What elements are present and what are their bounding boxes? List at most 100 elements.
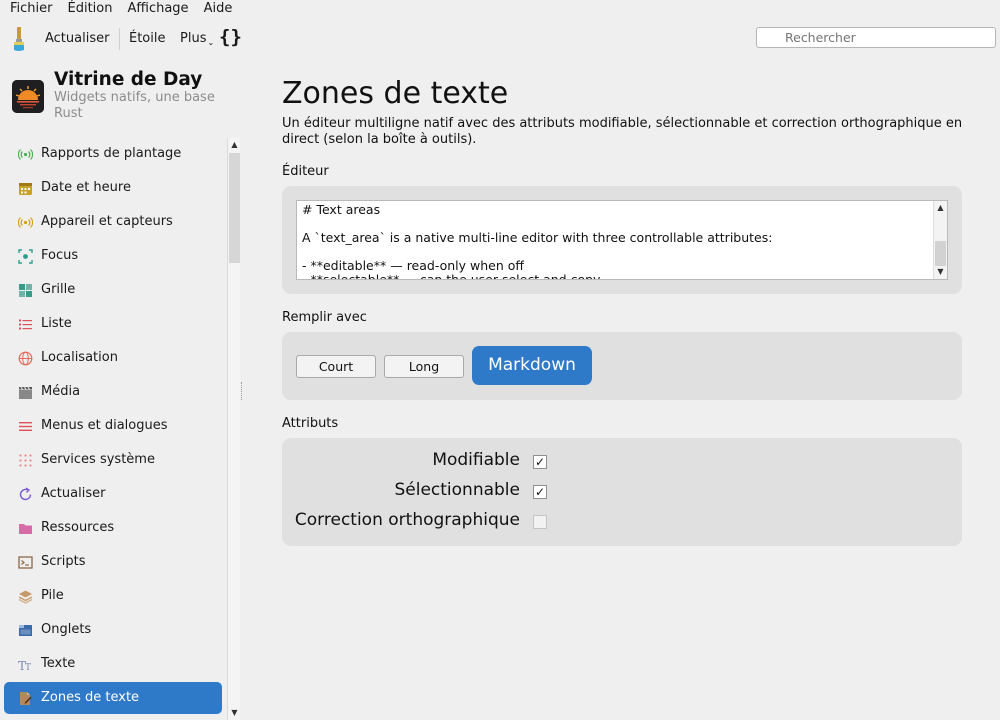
scrollbar-thumb[interactable] bbox=[935, 241, 946, 266]
text-icon: TT bbox=[18, 657, 33, 672]
text-area-content[interactable]: # Text areas A `text_area` is a native m… bbox=[302, 203, 932, 280]
sidebar-item-onglets[interactable]: Onglets bbox=[4, 614, 222, 646]
sidebar-item-liste[interactable]: Liste bbox=[4, 308, 222, 340]
toolbar-separator bbox=[119, 28, 120, 50]
menu-fichier[interactable]: Fichier bbox=[5, 0, 58, 17]
sidebar-item-actualiser[interactable]: Actualiser bbox=[4, 478, 222, 510]
menu-edition[interactable]: Édition bbox=[63, 0, 118, 17]
attribute-row-spellcheck: Correction orthographique bbox=[282, 507, 962, 537]
scroll-down-arrow-icon[interactable]: ▼ bbox=[230, 708, 239, 718]
app-title: Vitrine de Day bbox=[54, 69, 203, 90]
folder-icon bbox=[18, 521, 33, 536]
sidebar-item-label: Appareil et capteurs bbox=[41, 214, 173, 229]
sidebar-item-label: Liste bbox=[41, 316, 72, 331]
sidebar-item-label: Onglets bbox=[41, 622, 92, 637]
attributes-card: Modifiable ✓ Sélectionnable ✓ Correction… bbox=[282, 438, 962, 546]
spellcheck-checkbox[interactable] bbox=[533, 515, 547, 529]
sidebar-item-label: Média bbox=[41, 384, 81, 399]
sidebar-item-ressources[interactable]: Ressources bbox=[4, 512, 222, 544]
sidebar-item-appareil-et-capteurs[interactable]: Appareil et capteurs bbox=[4, 206, 222, 238]
sidebar-item-pile[interactable]: Pile bbox=[4, 580, 222, 612]
attribute-row-editable: Modifiable ✓ bbox=[282, 447, 962, 477]
braces-button[interactable]: {} bbox=[219, 26, 242, 48]
spellcheck-label: Correction orthographique bbox=[294, 510, 520, 530]
sidebar-item-menus-et-dialogues[interactable]: Menus et dialogues bbox=[4, 410, 222, 442]
sunset-icon bbox=[12, 80, 44, 113]
fill-markdown-button[interactable]: Markdown bbox=[472, 346, 592, 385]
sidebar-item-label: Date et heure bbox=[41, 180, 131, 195]
editor-section-label: Éditeur bbox=[282, 164, 329, 179]
sidebar-item-scripts[interactable]: Scripts bbox=[4, 546, 222, 578]
fill-short-button[interactable]: Court bbox=[296, 355, 376, 378]
sidebar-item-label: Grille bbox=[41, 282, 76, 297]
sensor-icon bbox=[18, 215, 33, 230]
app-subtitle: Widgets natifs, une base Rust bbox=[54, 90, 215, 121]
fill-card: Court Long Markdown bbox=[282, 332, 962, 400]
sidebar-item-zones-de-texte[interactable]: Zones de texte bbox=[4, 682, 222, 714]
sidebar-item-date-et-heure[interactable]: Date et heure bbox=[4, 172, 222, 204]
sidebar-item-media[interactable]: Média bbox=[4, 376, 222, 408]
search-input[interactable] bbox=[756, 27, 996, 48]
editor-card: # Text areas A `text_area` is a native m… bbox=[282, 186, 962, 294]
scroll-up-arrow-icon[interactable]: ▲ bbox=[936, 203, 945, 213]
globe-icon bbox=[18, 351, 33, 366]
fill-long-button[interactable]: Long bbox=[384, 355, 464, 378]
terminal-icon bbox=[18, 555, 33, 570]
tabs-icon bbox=[18, 623, 33, 638]
stack-icon bbox=[18, 589, 33, 604]
sidebar-item-label: Ressources bbox=[41, 520, 115, 535]
scrollbar-thumb[interactable] bbox=[229, 153, 240, 263]
calendar-icon bbox=[18, 181, 33, 196]
list-icon bbox=[18, 317, 33, 332]
clapper-icon bbox=[18, 385, 33, 400]
text-area-scrollbar[interactable]: ▲ ▼ bbox=[933, 201, 947, 279]
selectable-checkbox[interactable]: ✓ bbox=[533, 485, 547, 499]
scroll-down-arrow-icon[interactable]: ▼ bbox=[936, 267, 945, 277]
focus-icon bbox=[18, 249, 33, 264]
grid-icon bbox=[18, 283, 33, 298]
sidebar-item-label: Texte bbox=[41, 656, 76, 671]
refresh-icon bbox=[18, 487, 33, 502]
scroll-up-arrow-icon[interactable]: ▲ bbox=[230, 140, 239, 150]
menu-icon bbox=[18, 419, 33, 434]
split-handle[interactable] bbox=[241, 382, 243, 400]
attribute-row-selectable: Sélectionnable ✓ bbox=[282, 477, 962, 507]
sidebar-item-label: Scripts bbox=[41, 554, 86, 569]
star-button[interactable]: Étoile bbox=[129, 30, 166, 47]
sidebar-item-focus[interactable]: Focus bbox=[4, 240, 222, 272]
sidebar-item-label: Menus et dialogues bbox=[41, 418, 168, 433]
sidebar-item-label: Services système bbox=[41, 452, 155, 467]
sidebar-item-grille[interactable]: Grille bbox=[4, 274, 222, 306]
sidebar-item-label: Actualiser bbox=[41, 486, 106, 501]
editable-checkbox[interactable]: ✓ bbox=[533, 455, 547, 469]
sidebar-item-services-systeme[interactable]: Services système bbox=[4, 444, 222, 476]
broadcast-icon bbox=[18, 147, 33, 162]
app-logo bbox=[12, 80, 44, 113]
page-description: Un éditeur multiligne natif avec des att… bbox=[282, 116, 963, 147]
more-menu-button[interactable]: Plus⌄ bbox=[180, 30, 214, 51]
text-area[interactable]: # Text areas A `text_area` is a native m… bbox=[296, 200, 948, 280]
sidebar-item-label: Localisation bbox=[41, 350, 118, 365]
sidebar-scrollbar[interactable]: ▲ ▼ bbox=[227, 138, 240, 720]
sidebar-item-label: Focus bbox=[41, 248, 79, 263]
sidebar-item-texte[interactable]: T T Texte bbox=[4, 648, 222, 680]
menu-affichage[interactable]: Affichage bbox=[122, 0, 193, 17]
sidebar-item-label: Rapports de plantage bbox=[41, 146, 182, 161]
chevron-down-icon: ⌄ bbox=[207, 38, 215, 47]
svg-text:T: T bbox=[25, 663, 31, 672]
refresh-button[interactable]: Actualiser bbox=[45, 30, 109, 47]
menu-aide[interactable]: Aide bbox=[199, 0, 238, 17]
attributes-section-label: Attributs bbox=[282, 416, 339, 431]
paintbrush-icon[interactable] bbox=[11, 26, 27, 52]
dots-icon bbox=[18, 453, 33, 468]
page-title: Zones de texte bbox=[282, 76, 509, 111]
document-edit-icon bbox=[18, 691, 33, 706]
sidebar-item-label: Pile bbox=[41, 588, 64, 603]
sidebar-item-localisation[interactable]: Localisation bbox=[4, 342, 222, 374]
menu-bar: Fichier Édition Affichage Aide bbox=[0, 0, 1000, 17]
sidebar-item-label: Zones de texte bbox=[41, 690, 140, 705]
editable-label: Modifiable bbox=[432, 450, 520, 470]
sidebar-item-rapports-de-plantage[interactable]: Rapports de plantage bbox=[4, 138, 222, 170]
selectable-label: Sélectionnable bbox=[394, 480, 520, 500]
sidebar: Rapports de plantage Date et heure Apparei… bbox=[0, 138, 226, 720]
